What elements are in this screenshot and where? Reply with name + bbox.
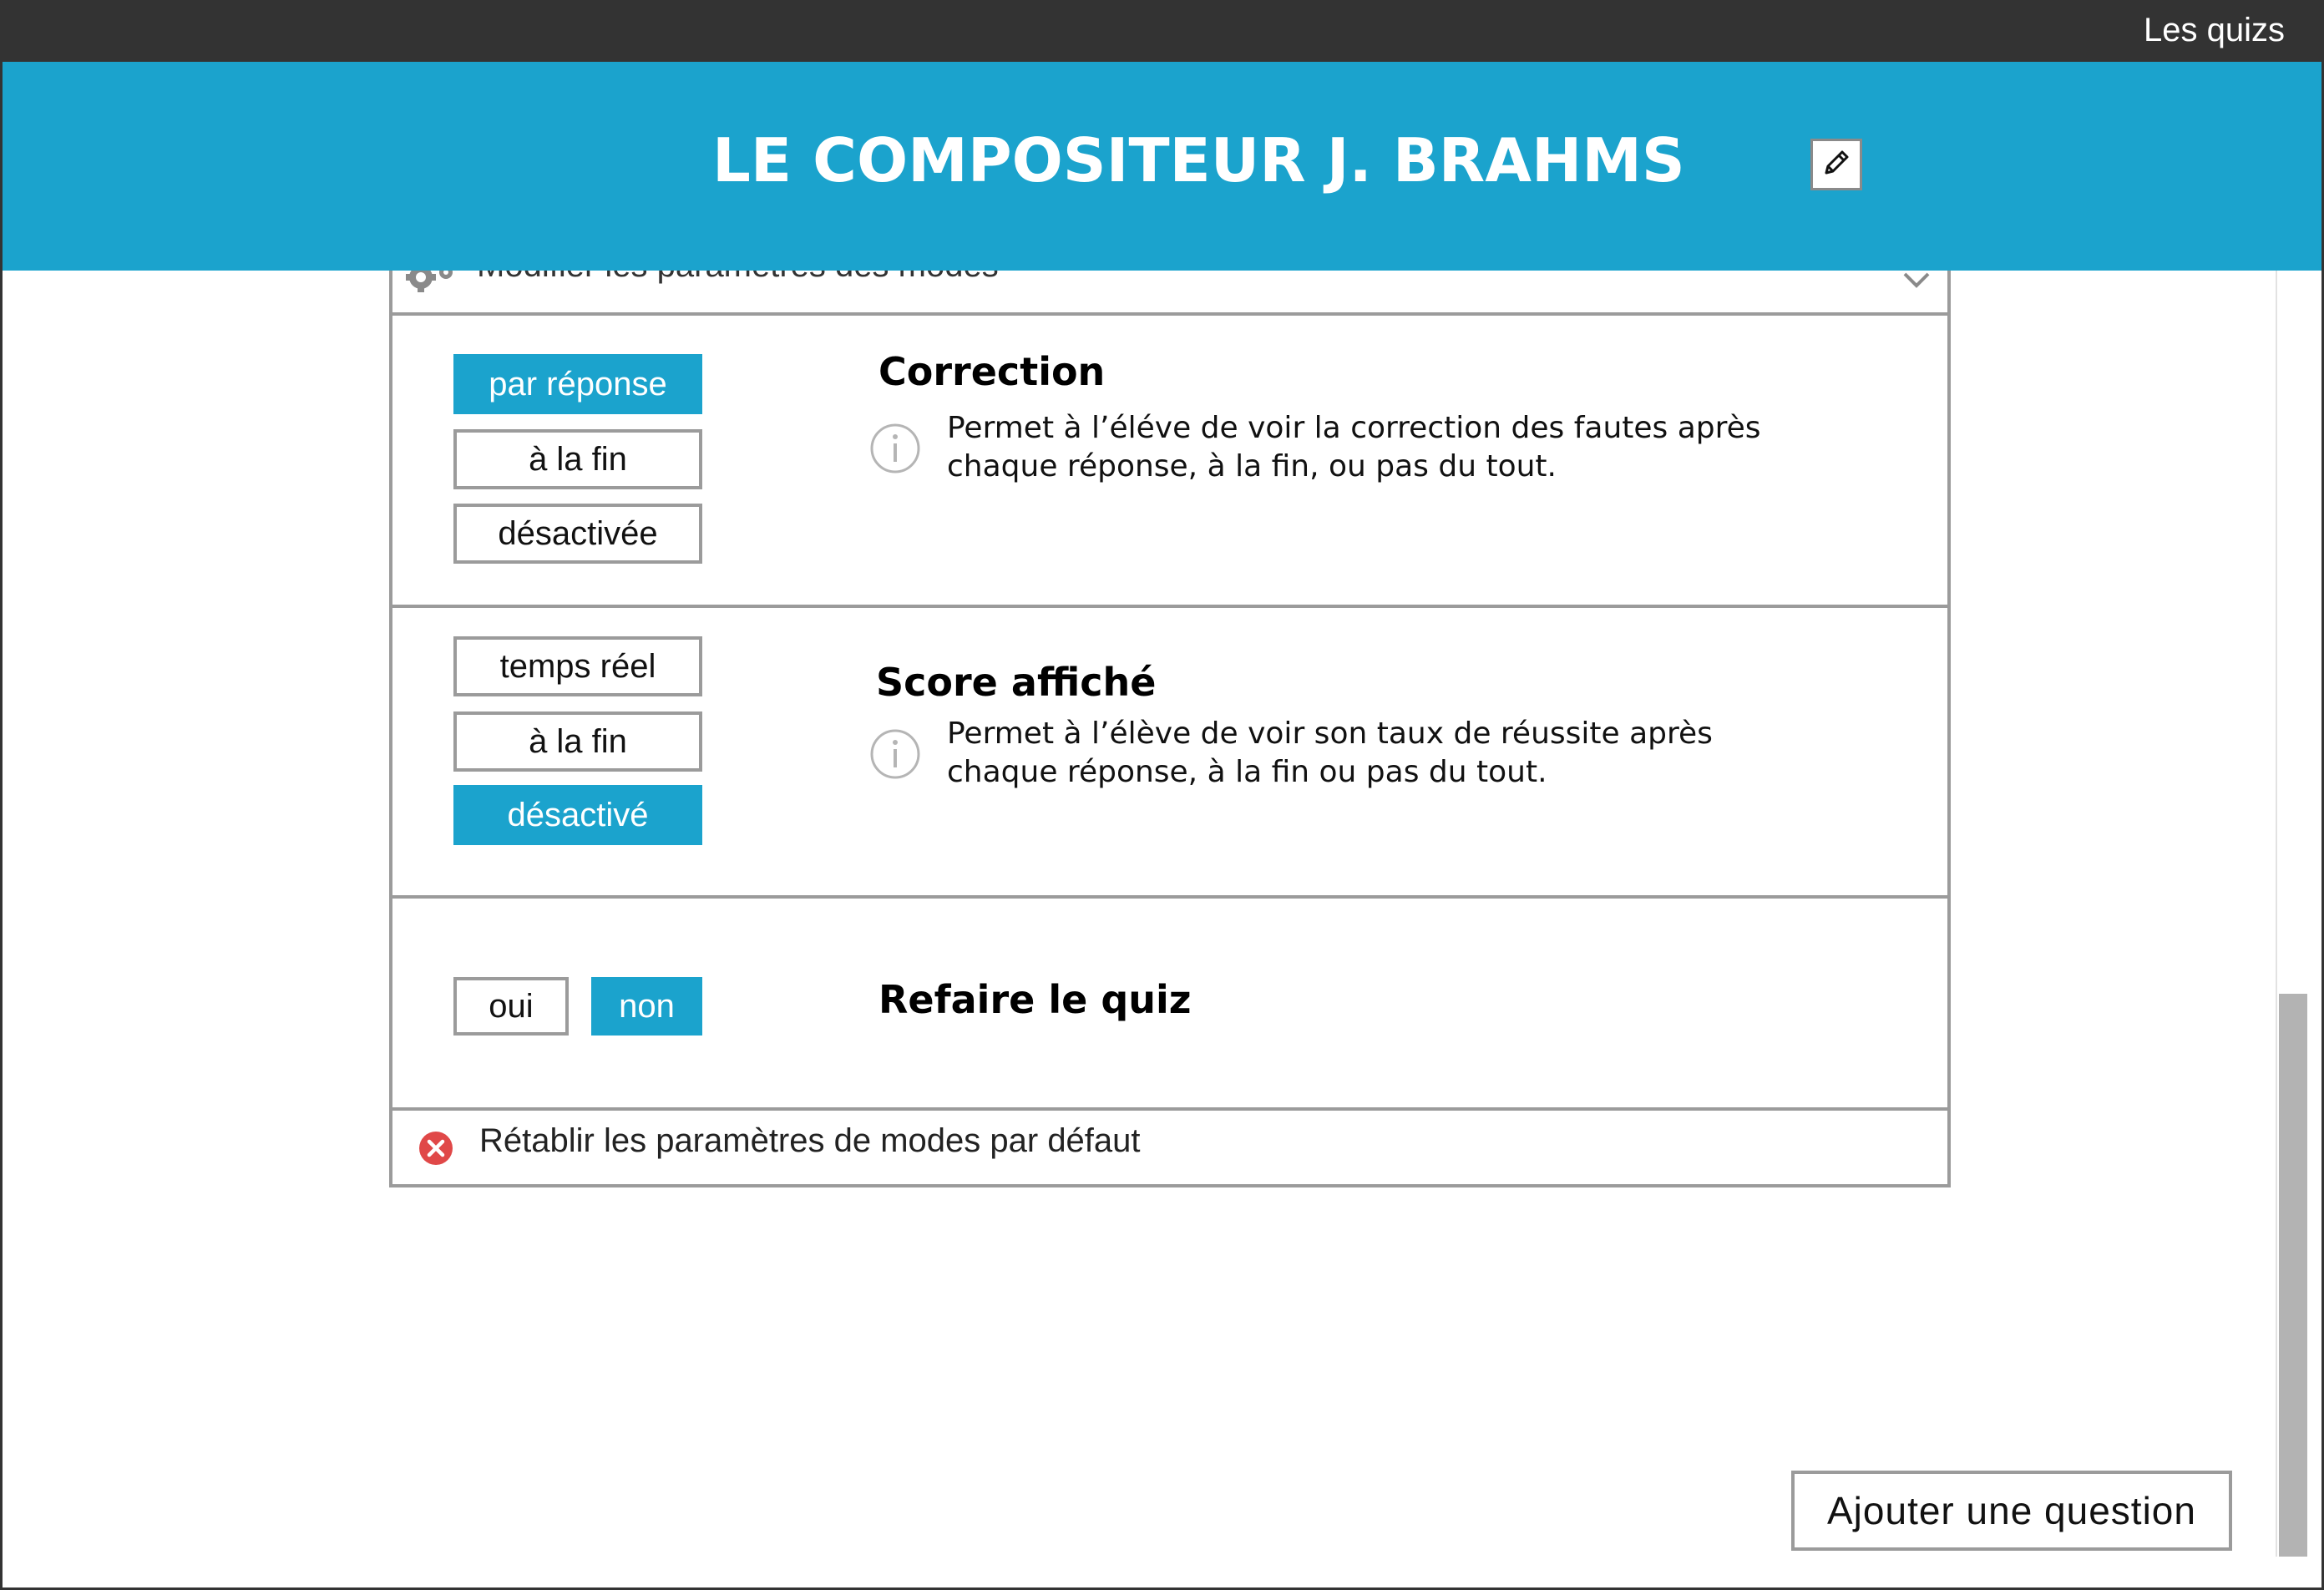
retake-option-non[interactable]: non <box>591 977 702 1036</box>
correction-option-a-la-fin[interactable]: à la fin <box>453 429 702 489</box>
score-option-desactive[interactable]: désactivé <box>453 785 702 845</box>
vertical-scrollbar[interactable] <box>2276 271 2307 1557</box>
top-bar: Les quizs <box>3 0 2321 62</box>
quiz-title: LE COMPOSITEUR J. BRAHMS <box>712 125 1685 195</box>
modes-settings-panel: Modifier les paramètres des modes par ré… <box>389 242 1951 1187</box>
correction-title: Correction <box>878 349 1106 394</box>
score-description-line1: Permet à l’élève de voir son taux de réu… <box>947 717 1713 751</box>
pencil-icon <box>1820 146 1853 183</box>
reset-defaults-label[interactable]: Rétablir les paramètres de modes par déf… <box>479 1122 1141 1160</box>
reset-defaults-row[interactable]: Rétablir les paramètres de modes par déf… <box>392 1111 1947 1184</box>
scrollbar-thumb[interactable] <box>2279 994 2307 1557</box>
quiz-header: LE COMPOSITEUR J. BRAHMS <box>3 62 2321 271</box>
quiz-settings-page: Les quizs Modifier les paramètres des mo… <box>0 0 2324 1590</box>
score-section: temps réel à la fin désactivé Score affi… <box>392 608 1947 899</box>
correction-section: par réponse à la fin désactivée Correcti… <box>392 316 1947 608</box>
info-icon <box>869 423 921 478</box>
score-option-a-la-fin[interactable]: à la fin <box>453 711 702 772</box>
retake-title: Refaire le quiz <box>878 977 1192 1022</box>
add-question-button[interactable]: Ajouter une question <box>1791 1471 2232 1551</box>
correction-option-desactivee[interactable]: désactivée <box>453 504 702 564</box>
score-description-line2: chaque réponse, à la fin ou pas du tout. <box>947 755 1547 789</box>
correction-option-par-reponse[interactable]: par réponse <box>453 354 702 414</box>
chevron-down-icon[interactable] <box>1902 271 1931 292</box>
score-option-temps-reel[interactable]: temps réel <box>453 636 702 696</box>
score-description: Permet à l’élève de voir son taux de réu… <box>947 715 1866 792</box>
correction-description: Permet à l’éléve de voir la correction d… <box>947 409 1866 486</box>
correction-description-line1: Permet à l’éléve de voir la correction d… <box>947 411 1761 445</box>
info-icon <box>869 728 921 783</box>
retake-option-oui[interactable]: oui <box>453 977 569 1036</box>
correction-description-line2: chaque réponse, à la fin, ou pas du tout… <box>947 449 1557 484</box>
edit-title-button[interactable] <box>1810 139 1862 190</box>
retake-section: oui non Refaire le quiz <box>392 899 1947 1111</box>
close-circle-icon[interactable] <box>418 1131 453 1169</box>
les-quizs-link[interactable]: Les quizs <box>2144 8 2285 52</box>
score-title: Score affiché <box>876 660 1157 705</box>
